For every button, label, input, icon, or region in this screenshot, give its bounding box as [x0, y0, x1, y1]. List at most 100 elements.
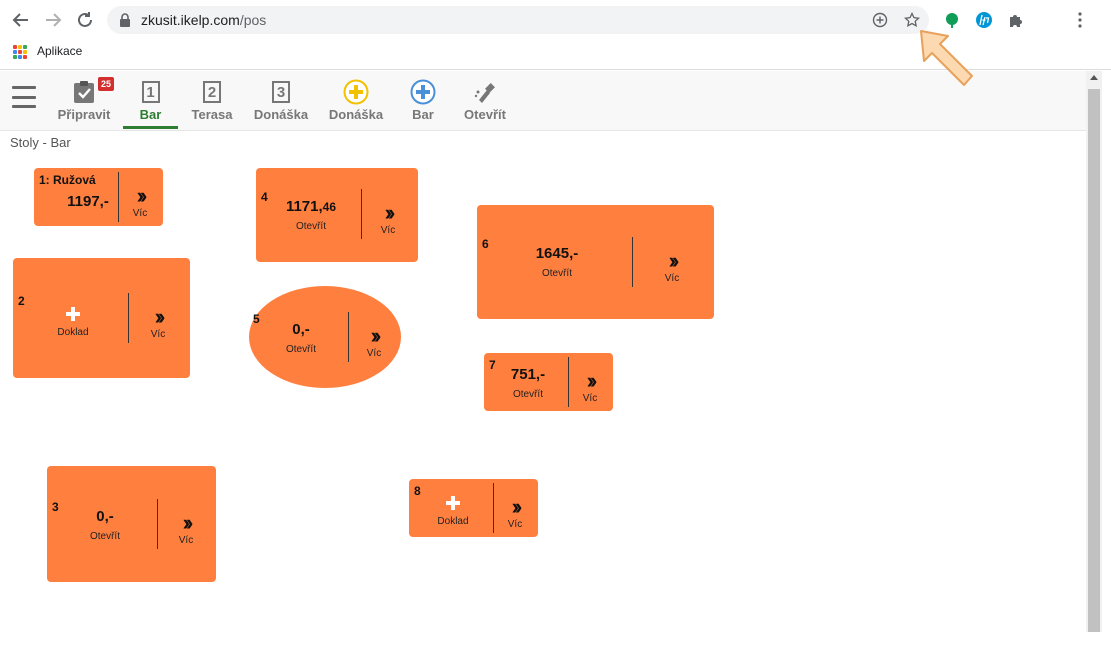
- arrow-right-icon: [46, 13, 62, 27]
- double-chevron-icon: ››: [136, 183, 147, 208]
- double-chevron-icon: ››: [511, 494, 522, 519]
- bookmark-star-button[interactable]: [903, 11, 921, 29]
- page-scrollbar[interactable]: [1086, 71, 1102, 632]
- table-sub-label: Doklad: [437, 515, 469, 527]
- more-label: Víc: [366, 348, 382, 359]
- more-button[interactable]: ›› Víc: [126, 183, 154, 220]
- arrow-left-icon: [12, 13, 28, 27]
- table-number: 7: [489, 358, 496, 372]
- address-bar[interactable]: zkusit.ikelp.com/pos: [107, 6, 929, 34]
- add-receipt-button[interactable]: Doklad: [431, 485, 475, 537]
- tool-terasa[interactable]: 2 Terasa: [187, 71, 237, 129]
- more-button[interactable]: ›› Víc: [658, 248, 686, 285]
- divider: [128, 293, 129, 343]
- more-button[interactable]: ›› Víc: [360, 323, 388, 360]
- browser-menu-button[interactable]: [1070, 10, 1090, 30]
- plus-icon: [446, 495, 460, 510]
- url-path: /pos: [239, 12, 267, 28]
- tool-otevrit[interactable]: Otevřít: [462, 71, 508, 129]
- table-number: 4: [261, 190, 268, 204]
- amount-decimals: 46: [322, 200, 337, 214]
- tool-label: Bar: [412, 107, 434, 122]
- table-main[interactable]: 0,- Otevřít: [75, 468, 135, 582]
- table-amount: 751,-: [510, 366, 546, 383]
- divider: [568, 357, 569, 407]
- more-button[interactable]: ›› Víc: [374, 200, 402, 237]
- table-number: 6: [482, 237, 489, 251]
- scroll-thumb[interactable]: [1088, 89, 1100, 632]
- table-4[interactable]: 4 1171,46 Otevřít ›› Víc: [256, 168, 418, 262]
- more-label: Víc: [582, 393, 598, 404]
- plus-circle-icon: [872, 12, 888, 28]
- hamburger-menu-button[interactable]: [12, 86, 36, 108]
- more-button[interactable]: ›› Víc: [576, 368, 604, 405]
- tool-label: Donáška: [253, 107, 309, 122]
- table-sub-label: Otevřít: [512, 389, 543, 400]
- table-8[interactable]: 8 Doklad ›› Víc: [409, 479, 538, 537]
- extension-hp-button[interactable]: [974, 10, 994, 30]
- apps-grid-icon[interactable]: [13, 45, 27, 59]
- divider: [361, 189, 362, 239]
- number-box-icon: 2: [203, 81, 221, 103]
- back-button[interactable]: [9, 9, 33, 31]
- tool-pripravit[interactable]: 25 Připravit: [56, 71, 114, 129]
- more-label: Víc: [178, 535, 194, 546]
- floor-title: Stoly - Bar: [10, 135, 71, 150]
- table-main[interactable]: 1645,- Otevřít: [522, 205, 592, 319]
- tool-label: Bar: [139, 107, 162, 122]
- star-icon: [904, 12, 920, 28]
- table-3[interactable]: 3 0,- Otevřít ›› Víc: [47, 466, 216, 582]
- table-5[interactable]: 5 0,- Otevřít ›› Víc: [249, 286, 401, 388]
- table-main[interactable]: 751,- Otevřít: [498, 355, 558, 411]
- tool-donaska-3[interactable]: 3 Donáška: [252, 71, 310, 129]
- more-label: Víc: [507, 519, 523, 530]
- double-chevron-icon: ››: [370, 323, 381, 348]
- hp-logo-icon: [976, 12, 992, 28]
- leaf-icon: [946, 13, 958, 28]
- divider: [632, 237, 633, 287]
- table-sub-label: Otevřít: [295, 221, 326, 232]
- bottle-pour-icon: [474, 83, 495, 103]
- number-box-icon: 3: [272, 81, 290, 103]
- double-chevron-icon: ››: [586, 368, 597, 393]
- add-tab-button[interactable]: [871, 11, 889, 29]
- clipboard-check-icon: [74, 81, 94, 103]
- bookmark-apps[interactable]: Aplikace: [37, 44, 82, 58]
- plus-icon: [66, 306, 80, 321]
- add-receipt-button[interactable]: Doklad: [48, 266, 98, 378]
- number-box-icon: 1: [141, 81, 160, 103]
- table-7[interactable]: 7 751,- Otevřít ›› Víc: [484, 353, 613, 411]
- more-label: Víc: [132, 208, 148, 219]
- plus-circle-yellow-icon: [343, 79, 369, 105]
- scroll-up-arrow[interactable]: [1090, 75, 1098, 80]
- reload-button[interactable]: [73, 9, 97, 31]
- tool-new-donaska[interactable]: Donáška: [327, 71, 385, 129]
- more-button[interactable]: ›› Víc: [501, 494, 529, 531]
- forward-button[interactable]: [41, 9, 65, 31]
- table-number: 3: [52, 500, 59, 514]
- divider: [118, 172, 119, 222]
- tool-bar-1[interactable]: 1 Bar: [123, 71, 178, 129]
- table-main[interactable]: 1171,46 Otevřít: [276, 168, 346, 262]
- table-amount: 0,-: [292, 321, 310, 338]
- more-label: Víc: [150, 329, 166, 340]
- divider: [157, 499, 158, 549]
- table-amount: 1645,-: [535, 245, 579, 262]
- table-number: 8: [414, 484, 421, 498]
- lock-icon: [120, 13, 130, 27]
- table-1[interactable]: 1: Ružová 1197,- ›› Víc: [34, 168, 163, 226]
- table-sub-label: Otevřít: [89, 531, 120, 542]
- more-button[interactable]: ›› Víc: [172, 512, 200, 547]
- table-sub-label: Doklad: [57, 326, 89, 338]
- more-button[interactable]: ›› Víc: [144, 306, 172, 341]
- table-main[interactable]: 0,- Otevřít: [271, 288, 331, 388]
- double-chevron-icon: ››: [668, 248, 679, 273]
- extension-leaf-button[interactable]: [942, 10, 962, 30]
- table-amount: 1171,46: [286, 198, 336, 215]
- double-chevron-icon: ››: [384, 200, 395, 225]
- tool-new-bar[interactable]: Bar: [403, 71, 443, 129]
- extensions-button[interactable]: [1006, 10, 1026, 30]
- table-6[interactable]: 6 1645,- Otevřít ›› Víc: [477, 205, 714, 319]
- tool-label: Terasa: [191, 107, 233, 122]
- table-2[interactable]: 2 Doklad ›› Víc: [13, 258, 190, 378]
